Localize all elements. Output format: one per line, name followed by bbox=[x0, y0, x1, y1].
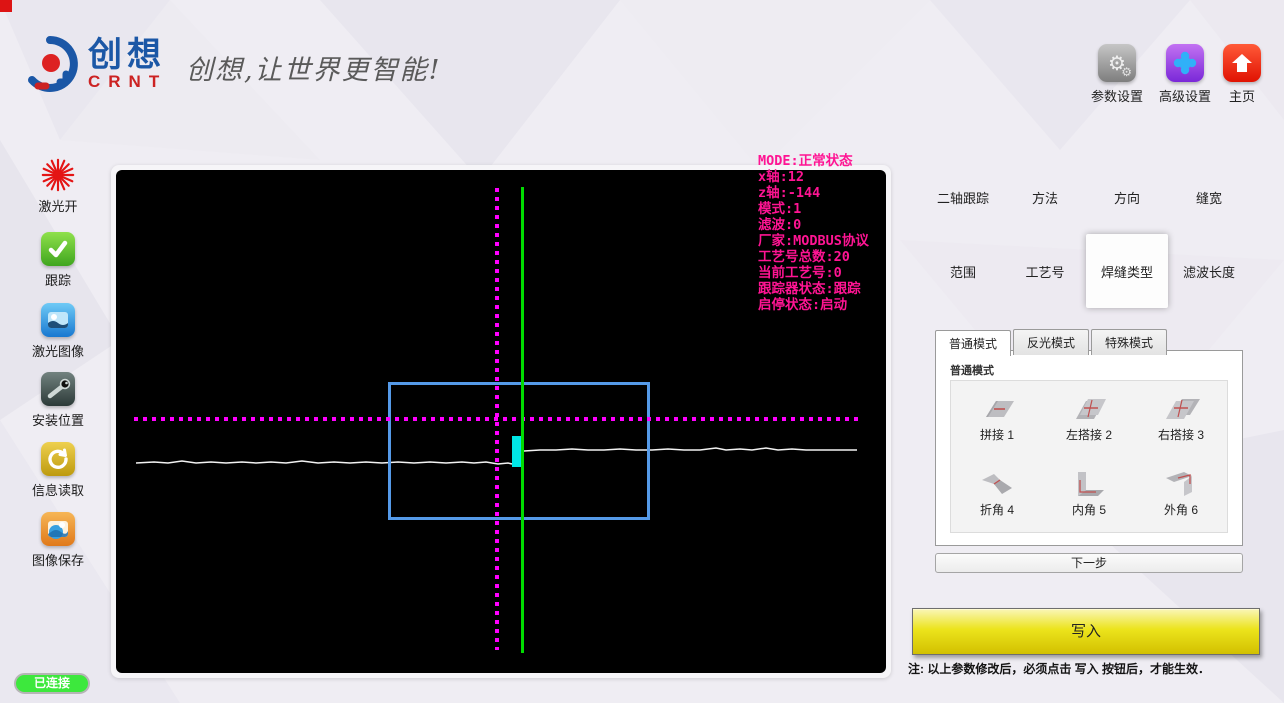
advanced-settings-label: 高级设置 bbox=[1158, 89, 1211, 104]
nav-item-weld-type[interactable]: 焊缝类型 bbox=[1086, 234, 1168, 308]
advanced-settings-button[interactable]: 高级设置 bbox=[1155, 44, 1215, 105]
check-icon bbox=[41, 232, 75, 266]
weld-option-label: 右搭接 3 bbox=[1157, 427, 1204, 442]
tab-special-mode[interactable]: 特殊模式 bbox=[1091, 329, 1168, 355]
overlay-proc-current: 当前工艺号:0 bbox=[758, 265, 842, 281]
weld-option-label: 折角 4 bbox=[979, 503, 1014, 518]
sidebar-label-info-read: 信息读取 bbox=[31, 483, 84, 498]
weld-option-left-lap[interactable]: 左搭接 2 bbox=[1043, 381, 1135, 457]
weld-option-label: 左搭接 2 bbox=[1065, 427, 1112, 442]
param-settings-button[interactable]: ⚙ ⚙ 参数设置 bbox=[1087, 44, 1147, 105]
group-label-normal-mode: 普通模式 bbox=[950, 365, 994, 377]
sidebar-item-install-position[interactable]: 安装位置 bbox=[18, 372, 98, 429]
weld-option-butt-joint[interactable]: 拼接 1 bbox=[951, 381, 1043, 457]
brand-text: 创想 CRNT bbox=[88, 37, 167, 91]
overlay-vendor: 厂家:MODBUS协议 bbox=[758, 233, 869, 249]
info-read-icon bbox=[41, 442, 75, 476]
fold-angle-icon bbox=[982, 474, 1012, 495]
puzzle-icon bbox=[1166, 44, 1204, 82]
crosshair-horizontal bbox=[134, 417, 862, 421]
nav-item-filter-length[interactable]: 滤波长度 bbox=[1168, 234, 1250, 308]
image-save-icon bbox=[41, 512, 75, 546]
butt-joint-icon bbox=[986, 400, 1014, 417]
sidebar-label-install-position: 安装位置 bbox=[31, 413, 84, 428]
overlay-x-axis: x轴:12 bbox=[758, 169, 805, 185]
sidebar-label-tracking: 跟踪 bbox=[44, 273, 71, 288]
next-step-button[interactable]: 下一步 bbox=[935, 553, 1243, 573]
brand-name-en: CRNT bbox=[88, 72, 168, 91]
home-icon bbox=[1223, 44, 1261, 82]
overlay-mode: 模式:1 bbox=[758, 201, 802, 217]
nav-item-seam-width[interactable]: 缝宽 bbox=[1168, 160, 1250, 234]
sidebar-label-laser-on: 激光开 bbox=[38, 199, 78, 214]
connection-status-badge: 已连接 bbox=[14, 673, 90, 694]
nav-item-method[interactable]: 方法 bbox=[1004, 160, 1086, 234]
overlay-z-axis: z轴:-144 bbox=[758, 185, 821, 201]
weld-type-panel: 普通模式 拼接 1 左搭接 2 右搭接 3 折角 4 内角 5 外角 6 bbox=[935, 350, 1243, 546]
sidebar-item-laser-image[interactable]: 激光图像 bbox=[18, 303, 98, 360]
inner-corner-icon bbox=[1078, 472, 1104, 497]
weld-option-fold-angle[interactable]: 折角 4 bbox=[951, 457, 1043, 533]
tab-reflective-mode[interactable]: 反光模式 bbox=[1013, 329, 1090, 355]
right-lap-joint-icon bbox=[1166, 398, 1200, 419]
laser-burst-icon bbox=[41, 158, 75, 192]
tab-normal-mode[interactable]: 普通模式 bbox=[935, 330, 1012, 356]
gears-icon: ⚙ ⚙ bbox=[1098, 44, 1136, 82]
weld-option-inner-corner[interactable]: 内角 5 bbox=[1043, 457, 1135, 533]
sidebar-item-info-read[interactable]: 信息读取 bbox=[18, 442, 98, 499]
write-button[interactable]: 写入 bbox=[912, 608, 1260, 655]
nav-item-direction[interactable]: 方向 bbox=[1086, 160, 1168, 234]
overlay-run-state: 启停状态:启动 bbox=[758, 297, 848, 313]
weld-option-label: 内角 5 bbox=[1071, 503, 1106, 518]
left-lap-joint-icon bbox=[1076, 398, 1106, 419]
install-position-icon bbox=[41, 372, 75, 406]
camera-panel: MODE:正常状态 x轴:12 z轴:-144 模式:1 滤波:0 厂家:MOD… bbox=[111, 153, 891, 678]
corner-marker bbox=[0, 0, 12, 12]
brand-name-cn: 创想 bbox=[88, 36, 166, 74]
sidebar-item-image-save[interactable]: 图像保存 bbox=[18, 512, 98, 569]
nav-item-process-number[interactable]: 工艺号 bbox=[1004, 234, 1086, 308]
camera-canvas: MODE:正常状态 x轴:12 z轴:-144 模式:1 滤波:0 厂家:MOD… bbox=[116, 153, 886, 673]
param-settings-label: 参数设置 bbox=[1090, 89, 1143, 104]
outer-corner-icon bbox=[1166, 472, 1192, 497]
logo: 创想 CRNT bbox=[20, 34, 167, 94]
weld-options-box: 拼接 1 左搭接 2 右搭接 3 折角 4 内角 5 外角 6 bbox=[950, 380, 1228, 533]
weld-option-label: 拼接 1 bbox=[979, 427, 1014, 442]
nav-item-range[interactable]: 范围 bbox=[922, 234, 1004, 308]
sidebar-label-image-save: 图像保存 bbox=[31, 553, 84, 568]
sidebar-item-tracking[interactable]: 跟踪 bbox=[18, 232, 98, 289]
home-label: 主页 bbox=[1228, 89, 1255, 104]
overlay-tracker-state: 跟踪器状态:跟踪 bbox=[758, 281, 861, 297]
weld-option-outer-corner[interactable]: 外角 6 bbox=[1135, 457, 1227, 533]
laser-image-icon bbox=[41, 303, 75, 337]
write-note: 注: 以上参数修改后，必须点击 写入 按钮后，才能生效． bbox=[908, 662, 1211, 676]
settings-nav: 二轴跟踪 方法 方向 缝宽 范围 工艺号 焊缝类型 滤波长度 bbox=[922, 160, 1250, 308]
sidebar-label-laser-image: 激光图像 bbox=[31, 344, 84, 359]
status-overlay: MODE:正常状态 x轴:12 z轴:-144 模式:1 滤波:0 厂家:MOD… bbox=[758, 153, 869, 313]
weld-option-label: 外角 6 bbox=[1163, 503, 1198, 518]
overlay-filter: 滤波:0 bbox=[758, 217, 802, 233]
reference-line bbox=[521, 187, 524, 653]
nav-item-two-axis-tracking[interactable]: 二轴跟踪 bbox=[922, 160, 1004, 234]
slogan-text: 创想,让世界更智能! bbox=[186, 55, 442, 86]
mode-tabs: 普通模式 反光模式 特殊模式 bbox=[935, 329, 1169, 356]
home-button[interactable]: 主页 bbox=[1212, 44, 1272, 105]
sidebar-item-laser-on[interactable]: 激光开 bbox=[18, 158, 98, 215]
weld-option-right-lap[interactable]: 右搭接 3 bbox=[1135, 381, 1227, 457]
overlay-proc-total: 工艺号总数:20 bbox=[758, 249, 850, 265]
logo-icon bbox=[28, 36, 78, 92]
overlay-mode-line: MODE:正常状态 bbox=[758, 153, 853, 169]
